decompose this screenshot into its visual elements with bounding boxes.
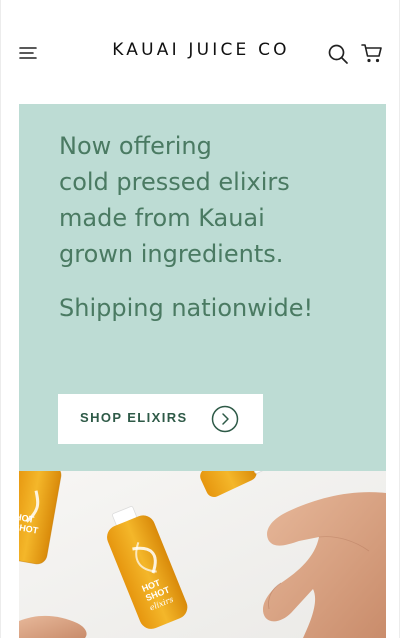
hero-banner: Now offering cold pressed elixirs made f… [19,104,386,471]
hero-headline-line: grown ingredients. [59,240,284,268]
hero-headline-line: made from Kauai [59,204,265,232]
page: KAUAI JUICE CO Now offering cold pressed… [0,0,400,638]
search-button[interactable] [327,43,349,65]
hero-headline-line: cold pressed elixirs [59,168,290,196]
shop-elixirs-button[interactable]: SHOP ELIXIRS [58,394,263,444]
cart-button[interactable] [361,42,383,64]
hero-headline: Now offering cold pressed elixirs made f… [59,128,369,272]
hero-headline-line: Now offering [59,132,212,160]
product-photo: HOT SHOT HOT SHOT elixirs [19,471,386,638]
arrow-right-circle-icon [211,405,239,433]
shop-elixirs-label: SHOP ELIXIRS [80,410,188,425]
site-header: KAUAI JUICE CO [1,0,400,104]
shopping-cart-icon [361,44,382,63]
search-icon [328,44,348,64]
hero-subheadline: Shipping nationwide! [59,294,314,322]
elixir-bottles-image: HOT SHOT HOT SHOT elixirs [19,471,386,638]
